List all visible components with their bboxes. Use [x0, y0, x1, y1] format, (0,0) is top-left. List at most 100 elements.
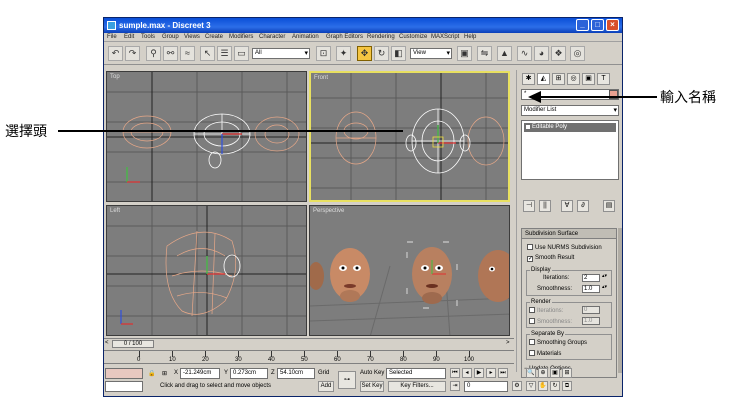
menu-group[interactable]: Group — [162, 34, 179, 40]
select-scale-button[interactable]: ◧ — [391, 46, 406, 61]
absolute-mode-icon[interactable]: ⊞ — [162, 370, 167, 377]
select-by-name-button[interactable]: ☰ — [217, 46, 232, 61]
time-slider-left-arrow[interactable]: < — [105, 340, 109, 346]
next-frame-icon[interactable]: ▸ — [486, 368, 496, 378]
pin-stack-icon[interactable]: ⊣ — [523, 200, 535, 212]
select-link-button[interactable]: ⚲ — [146, 46, 161, 61]
create-tab-icon[interactable]: ✱ — [522, 73, 535, 85]
selection-filter-dropdown[interactable]: All — [252, 48, 310, 59]
lock-selection-icon[interactable]: 🔒 — [148, 370, 155, 377]
auto-key-button[interactable]: Auto Key — [360, 370, 384, 376]
menu-views[interactable]: Views — [184, 34, 200, 40]
render-scene-button[interactable]: ❖ — [551, 46, 566, 61]
viewport-front-label[interactable]: Front — [314, 75, 328, 81]
show-end-result-icon[interactable]: || — [539, 200, 551, 212]
align-button[interactable]: ▲ — [497, 46, 512, 61]
viewport-perspective-label[interactable]: Perspective — [313, 208, 344, 214]
key-filter-selection-dropdown[interactable]: Selected — [386, 368, 446, 379]
arc-rotate-icon[interactable]: ↻ — [550, 381, 560, 391]
select-rotate-button[interactable]: ↻ — [374, 46, 389, 61]
menu-edit[interactable]: Edit — [124, 34, 134, 40]
render-iterations-checkbox[interactable] — [529, 307, 535, 313]
use-nurms-row[interactable]: Use NURMS Subdivision — [527, 244, 602, 251]
unlink-button[interactable]: ⚯ — [163, 46, 178, 61]
time-slider-right-arrow[interactable]: > — [506, 340, 510, 346]
menu-tools[interactable]: Tools — [141, 34, 155, 40]
select-move-button[interactable]: ✥ — [357, 46, 372, 61]
render-smoothness-row[interactable]: Smoothness: — [529, 318, 572, 325]
motion-tab-icon[interactable]: ◎ — [567, 73, 580, 85]
play-icon[interactable]: ▶ — [474, 368, 484, 378]
undo-button[interactable]: ↶ — [108, 46, 123, 61]
maximize-viewport-icon[interactable]: ⧉ — [562, 381, 572, 391]
smoothness-spinner-arrows[interactable]: ▴▾ — [602, 285, 607, 293]
track-bar[interactable]: 0 10 20 30 40 50 60 70 80 90 100 — [104, 350, 514, 364]
material-editor-button[interactable]: ◕ — [534, 46, 549, 61]
display-tab-icon[interactable]: ▣ — [582, 73, 595, 85]
menu-graph-editors[interactable]: Graph Editors — [326, 34, 363, 40]
modifier-list-dropdown[interactable]: Modifier List — [521, 105, 619, 116]
maximize-button[interactable]: □ — [591, 19, 604, 31]
maxscript-output-box[interactable] — [105, 381, 143, 392]
key-filters-button[interactable]: Key Filters... — [388, 381, 446, 392]
iterations-spinner-arrows[interactable]: ▴▾ — [602, 274, 607, 282]
reference-coordinate-dropdown[interactable]: View — [410, 48, 452, 59]
smooth-result-row[interactable]: ✓ Smooth Result — [527, 255, 574, 262]
menu-animation[interactable]: Animation — [292, 34, 319, 40]
bind-space-warp-button[interactable]: ≈ — [180, 46, 195, 61]
select-object-button[interactable]: ↖ — [200, 46, 215, 61]
zoom-extents-all-icon[interactable]: ⊞ — [562, 368, 572, 378]
render-iterations-spinner[interactable]: 0 — [582, 306, 600, 314]
modifier-stack[interactable]: Editable Poly — [521, 120, 619, 180]
configure-sets-icon[interactable]: ▤ — [603, 200, 615, 212]
viewport-top[interactable]: Top — [106, 71, 307, 202]
menu-character[interactable]: Character — [259, 34, 285, 40]
add-time-tag-button[interactable]: Add — [318, 381, 334, 392]
viewport-left[interactable]: Left — [106, 205, 307, 336]
menu-file[interactable]: File — [107, 34, 117, 40]
use-nurms-checkbox[interactable] — [527, 244, 533, 250]
go-to-end-icon[interactable]: ⏭ — [498, 368, 508, 378]
menu-maxscript[interactable]: MAXScript — [431, 34, 459, 40]
menu-create[interactable]: Create — [205, 34, 223, 40]
time-slider-track[interactable]: < 0 / 100 > — [104, 338, 514, 348]
mirror-button[interactable]: ⇋ — [477, 46, 492, 61]
pivot-center-button[interactable]: ▣ — [457, 46, 472, 61]
key-mode-icon[interactable]: ⇥ — [450, 381, 460, 391]
z-coordinate-field[interactable]: 54.10cm — [277, 368, 315, 379]
redo-button[interactable]: ↷ — [125, 46, 140, 61]
hierarchy-tab-icon[interactable]: ⊞ — [552, 73, 565, 85]
minimize-button[interactable]: _ — [576, 19, 589, 31]
close-button[interactable]: × — [606, 19, 619, 31]
modify-tab-icon[interactable]: ◭ — [537, 73, 550, 85]
render-smoothness-checkbox[interactable] — [529, 318, 535, 324]
remove-modifier-icon[interactable]: ∂ — [577, 200, 589, 212]
current-frame-field[interactable]: 0 — [464, 381, 508, 392]
viewport-top-label[interactable]: Top — [110, 74, 120, 80]
curve-editor-button[interactable]: ∿ — [517, 46, 532, 61]
rectangular-selection-button[interactable]: ▭ — [234, 46, 249, 61]
menu-modifiers[interactable]: Modifiers — [229, 34, 253, 40]
time-slider-thumb[interactable]: 0 / 100 — [112, 340, 154, 348]
field-of-view-icon[interactable]: ▽ — [526, 381, 536, 391]
set-key-icon[interactable]: ⊶ — [338, 371, 356, 389]
window-crossing-button[interactable]: ✦ — [336, 46, 351, 61]
quick-render-button[interactable]: ◎ — [570, 46, 585, 61]
go-to-start-icon[interactable]: ⏮ — [450, 368, 460, 378]
smoothing-groups-row[interactable]: Smoothing Groups — [529, 339, 587, 346]
make-unique-icon[interactable]: ∀ — [561, 200, 573, 212]
previous-frame-icon[interactable]: ◂ — [462, 368, 472, 378]
smoothing-groups-checkbox[interactable] — [529, 339, 535, 345]
render-smoothness-spinner[interactable]: 1.0 — [582, 317, 600, 325]
smoothness-spinner[interactable]: 1.0 — [582, 285, 600, 293]
zoom-all-icon[interactable]: ⊕ — [538, 368, 548, 378]
render-iterations-row[interactable]: Iterations: — [529, 307, 563, 314]
zoom-icon[interactable]: 🔍 — [526, 368, 536, 378]
utilities-tab-icon[interactable]: T — [597, 73, 610, 85]
maxscript-listener-box[interactable] — [105, 368, 143, 379]
viewport-left-label[interactable]: Left — [110, 208, 120, 214]
time-config-icon[interactable]: ⚙ — [512, 381, 522, 391]
viewport-front[interactable]: Front — [309, 71, 510, 202]
menu-rendering[interactable]: Rendering — [367, 34, 395, 40]
materials-row[interactable]: Materials — [529, 350, 561, 357]
